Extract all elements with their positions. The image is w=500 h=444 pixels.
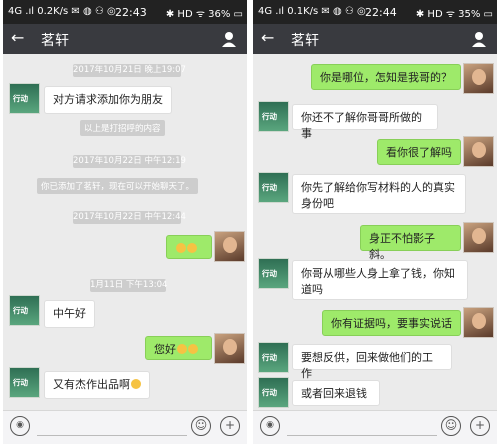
input-bar: ◉ ☺ + [253, 410, 497, 444]
message-bubble-emoji [166, 235, 212, 259]
back-arrow-icon[interactable]: ← [11, 28, 24, 47]
chat-screen-right: 4G .ıl 0.1K/s ✉ ◍ ⚇ ◎ 22:44 ✱ HD ᯤ 35% ▭… [253, 0, 497, 444]
message-text: 又有杰作出品啊 [53, 378, 130, 391]
avatar[interactable]: 行动 [258, 101, 289, 132]
avatar[interactable]: 行动 [9, 83, 40, 114]
avatar[interactable]: 行动 [258, 172, 289, 203]
message-bubble: 你先了解给你写材料的人的真实身份吧 [292, 174, 466, 214]
avatar[interactable]: 行动 [258, 342, 289, 373]
message-bubble: 你还不了解你哥哥所做的事 [292, 104, 438, 140]
smile-emoji-icon [176, 243, 186, 253]
avatar[interactable] [463, 222, 494, 253]
status-time: 22:44 [365, 6, 397, 19]
message-bubble: 要想反供，回来做他们的工作 [292, 344, 452, 380]
user-icon[interactable] [221, 31, 237, 47]
user-icon[interactable] [471, 31, 487, 47]
input-bar: ◉ ☺ + [3, 410, 247, 444]
message-bubble: 或者回来退钱 [292, 380, 380, 406]
avatar[interactable] [463, 307, 494, 338]
system-message: 以上是打招呼的内容 [80, 120, 165, 136]
voice-icon[interactable]: ◉ [10, 416, 30, 436]
message-bubble: 对方请求添加你为朋友 [44, 86, 172, 114]
message-input[interactable] [37, 435, 187, 436]
avatar-label: 行动 [13, 378, 28, 387]
message-bubble: 您好 [145, 336, 212, 360]
message-input[interactable] [287, 435, 437, 436]
status-time: 22:43 [115, 6, 147, 19]
status-bar: 4G .ıl 0.1K/s ✉ ◍ ⚇ ◎ 22:44 ✱ HD ᯤ 35% ▭ [253, 0, 497, 24]
plus-icon[interactable]: + [470, 416, 490, 436]
avatar[interactable]: 行动 [258, 377, 289, 408]
grin-emoji-icon [131, 379, 141, 389]
timestamp: 2017年10月21日 晚上19:07 [73, 64, 186, 77]
avatar-label: 行动 [262, 388, 277, 397]
voice-icon[interactable]: ◉ [260, 416, 280, 436]
avatar[interactable]: 行动 [9, 367, 40, 398]
emoji-icon[interactable]: ☺ [191, 416, 211, 436]
chat-title: 茗轩 [41, 33, 69, 49]
message-bubble: 你有证据吗，要事实说话 [322, 310, 461, 336]
avatar-label: 行动 [262, 112, 277, 121]
avatar[interactable]: 行动 [9, 295, 40, 326]
avatar[interactable]: 行动 [258, 258, 289, 289]
avatar-label: 行动 [13, 306, 28, 315]
smile-emoji-icon [187, 243, 197, 253]
message-bubble: 看你很了解吗 [377, 139, 461, 165]
avatar[interactable] [214, 231, 245, 262]
system-message: 你已添加了茗轩，现在可以开始聊天了。 [37, 178, 199, 194]
status-right: ✱ HD ᯤ 36% ▭ [165, 9, 243, 20]
message-bubble: 你是哪位，怎知是我哥的？ [311, 64, 461, 90]
message-bubble: 你哥从哪些人身上拿了钱，你知道吗 [292, 260, 468, 300]
status-left: 4G .ıl 0.2K/s ✉ ◍ ⚇ ◎ [8, 6, 116, 17]
chat-title: 茗轩 [291, 33, 319, 49]
avatar-label: 行动 [262, 183, 277, 192]
message-bubble: 中午好 [44, 300, 95, 328]
emoji-icon[interactable]: ☺ [441, 416, 461, 436]
chat-header: ← 茗轩 [3, 24, 247, 54]
plus-icon[interactable]: + [220, 416, 240, 436]
status-bar: 4G .ıl 0.2K/s ✉ ◍ ⚇ ◎ 22:43 ✱ HD ᯤ 36% ▭ [3, 0, 247, 24]
status-left: 4G .ıl 0.1K/s ✉ ◍ ⚇ ◎ [258, 6, 366, 17]
avatar[interactable] [214, 333, 245, 364]
chat-header: ← 茗轩 [253, 24, 497, 54]
avatar[interactable] [463, 136, 494, 167]
status-right: ✱ HD ᯤ 35% ▭ [415, 9, 493, 20]
chat-screen-left: 4G .ıl 0.2K/s ✉ ◍ ⚇ ◎ 22:43 ✱ HD ᯤ 36% ▭… [3, 0, 247, 444]
avatar-label: 行动 [262, 269, 277, 278]
hand-emoji-icon [188, 344, 198, 354]
avatar-label: 行动 [13, 94, 28, 103]
timestamp: 1月11日 下午13:04 [90, 279, 168, 292]
timestamp: 2017年10月22日 中午12:19 [73, 155, 186, 168]
back-arrow-icon[interactable]: ← [261, 28, 274, 47]
timestamp: 2017年10月22日 中午12:44 [73, 211, 186, 224]
avatar[interactable] [463, 63, 494, 94]
message-bubble: 又有杰作出品啊 [44, 371, 150, 399]
message-bubble: 身正不怕影子斜。 [360, 225, 461, 261]
avatar-label: 行动 [262, 353, 277, 362]
message-text: 您好 [154, 343, 176, 356]
hand-emoji-icon [177, 344, 187, 354]
